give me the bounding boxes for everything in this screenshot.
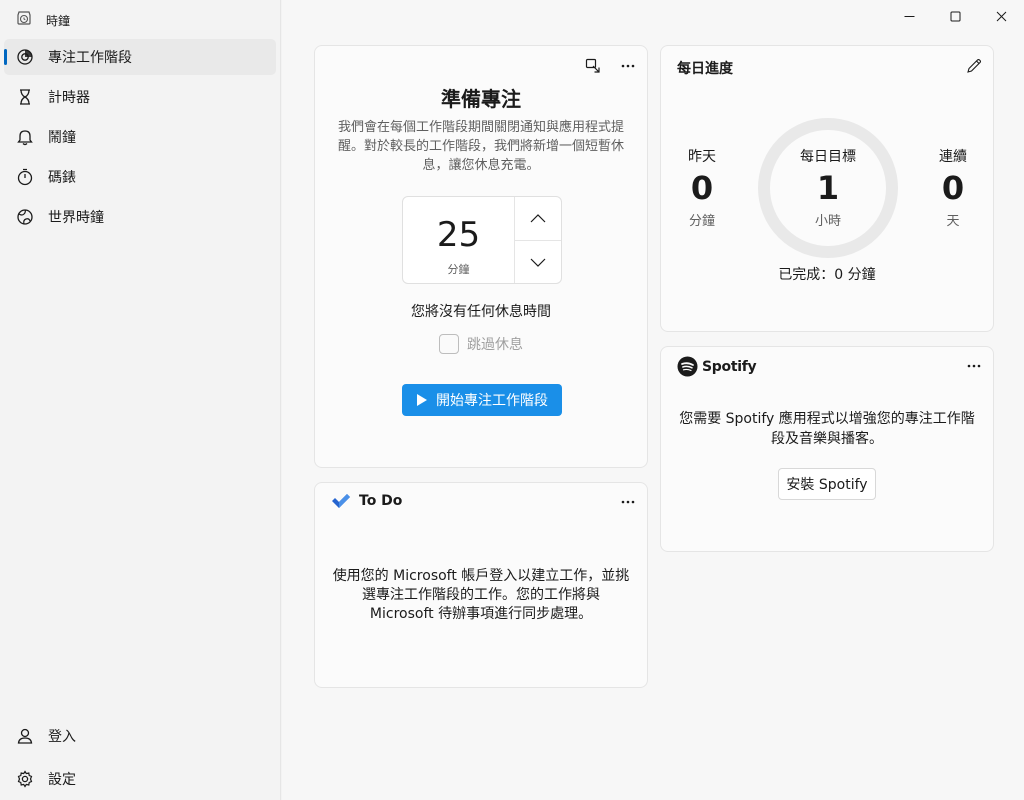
- app-title-bar: 時鐘: [16, 10, 70, 30]
- duration-unit: 分鐘: [447, 263, 470, 276]
- yesterday-stat: 昨天 0 分鐘: [662, 146, 742, 229]
- yesterday-unit: 分鐘: [688, 214, 715, 229]
- skip-break-checkbox-row[interactable]: 跳過休息: [439, 333, 523, 355]
- focus-title: 準備專注: [441, 87, 521, 111]
- sign-in-button[interactable]: 登入: [4, 718, 276, 754]
- focus-icon: [16, 48, 34, 66]
- sidebar-item-focus[interactable]: 專注工作階段: [4, 39, 276, 75]
- spotify-brand-text: Spotify: [702, 358, 757, 375]
- chevron-up-icon: [530, 213, 546, 222]
- more-icon: [967, 364, 981, 368]
- start-focus-label: 開始專注工作階段: [436, 393, 548, 409]
- todo-description: 使用您的 Microsoft 帳戶登入以建立工作，並挑選專注工作階段的工作。您的…: [332, 568, 630, 622]
- sidebar-item-label: 碼錶: [48, 170, 76, 186]
- todo-logo-icon: [332, 494, 350, 508]
- more-icon: [621, 500, 635, 504]
- focus-more-button[interactable]: [616, 54, 640, 78]
- yesterday-label: 昨天: [688, 149, 716, 165]
- start-focus-button[interactable]: 開始專注工作階段: [402, 384, 562, 416]
- streak-unit: 天: [946, 214, 960, 229]
- spotify-description: 您需要 Spotify 應用程式以增強您的專注工作階段及音樂與播客。: [679, 411, 975, 447]
- maximize-button[interactable]: [932, 0, 978, 32]
- compact-overlay-icon: [585, 58, 600, 73]
- daily-progress-card: 每日進度 昨天 0 分鐘 每日目標 1 小時 連續 0 天 已完成：0 分鐘: [660, 45, 994, 332]
- streak-value: 0: [941, 169, 965, 207]
- minimize-icon: [904, 15, 914, 17]
- sidebar-item-label: 計時器: [48, 90, 90, 106]
- chevron-down-icon: [530, 258, 546, 267]
- main-content: 準備專注 我們會在每個工作階段期間關閉通知與應用程式提醒。對於較長的工作階段，我…: [282, 0, 1024, 800]
- spotify-more-button[interactable]: [962, 354, 986, 378]
- close-icon: [996, 11, 1006, 21]
- app-title: 時鐘: [46, 13, 71, 28]
- daily-goal-value: 1: [816, 169, 840, 207]
- play-icon: [417, 394, 427, 406]
- edit-goals-button[interactable]: [962, 54, 986, 78]
- pencil-icon: [967, 58, 982, 73]
- daily-progress-title: 每日進度: [677, 61, 733, 77]
- focus-session-card: 準備專注 我們會在每個工作階段期間關閉通知與應用程式提醒。對於較長的工作階段，我…: [314, 45, 648, 468]
- sidebar-item-label: 世界時鐘: [48, 210, 104, 226]
- decrease-duration-button[interactable]: [515, 241, 561, 283]
- sidebar-item-stopwatch[interactable]: 碼錶: [4, 159, 276, 195]
- sidebar-item-world-clock[interactable]: 世界時鐘: [4, 199, 276, 235]
- sidebar-item-label: 專注工作階段: [48, 50, 132, 66]
- streak-label: 連續: [939, 149, 967, 165]
- spotify-brand: Spotify: [677, 356, 757, 377]
- break-info-text: 您將沒有任何休息時間: [411, 304, 551, 320]
- close-button[interactable]: [978, 0, 1024, 32]
- completed-text: 已完成：0 分鐘: [778, 267, 876, 283]
- yesterday-value: 0: [690, 169, 714, 207]
- streak-stat: 連續 0 天: [913, 146, 993, 229]
- daily-goal-stat: 每日目標 1 小時: [788, 146, 868, 229]
- skip-break-checkbox[interactable]: [439, 334, 459, 354]
- gear-icon: [16, 770, 34, 788]
- more-icon: [621, 64, 635, 68]
- todo-more-button[interactable]: [616, 490, 640, 514]
- duration-stepper[interactable]: 25 分鐘: [402, 196, 562, 284]
- hourglass-icon: [16, 88, 34, 106]
- globe-icon: [16, 208, 34, 226]
- todo-brand: To Do: [331, 493, 402, 509]
- clock-app-icon: [16, 10, 32, 30]
- duration-value[interactable]: 25: [403, 215, 514, 255]
- minimize-button[interactable]: [886, 0, 932, 32]
- bell-icon: [16, 128, 34, 146]
- settings-button[interactable]: 設定: [4, 761, 276, 797]
- sidebar: 時鐘 專注工作階段 計時器 鬧鐘 碼錶 世界時鐘 登入 設定: [0, 0, 281, 800]
- daily-goal-unit: 小時: [814, 214, 841, 229]
- spotify-logo-icon: [677, 356, 698, 377]
- compact-overlay-button[interactable]: [581, 54, 605, 78]
- sidebar-item-timer[interactable]: 計時器: [4, 79, 276, 115]
- sign-in-label: 登入: [48, 729, 76, 745]
- sidebar-item-alarm[interactable]: 鬧鐘: [4, 119, 276, 155]
- install-spotify-button[interactable]: 安裝 Spotify: [778, 468, 876, 500]
- skip-break-label: 跳過休息: [467, 337, 523, 353]
- maximize-icon: [950, 11, 960, 21]
- stopwatch-icon: [16, 168, 34, 186]
- increase-duration-button[interactable]: [515, 197, 561, 239]
- person-icon: [16, 727, 34, 745]
- settings-label: 設定: [48, 772, 76, 788]
- todo-title: To Do: [359, 493, 403, 509]
- daily-goal-label: 每日目標: [800, 149, 856, 165]
- sidebar-item-label: 鬧鐘: [48, 130, 76, 146]
- spotify-card: Spotify 您需要 Spotify 應用程式以增強您的專注工作階段及音樂與播…: [660, 346, 994, 552]
- todo-card: To Do 使用您的 Microsoft 帳戶登入以建立工作，並挑選專注工作階段…: [314, 482, 648, 688]
- focus-description: 我們會在每個工作階段期間關閉通知與應用程式提醒。對於較長的工作階段，我們將新增一…: [337, 120, 624, 173]
- window-controls: [886, 0, 1024, 32]
